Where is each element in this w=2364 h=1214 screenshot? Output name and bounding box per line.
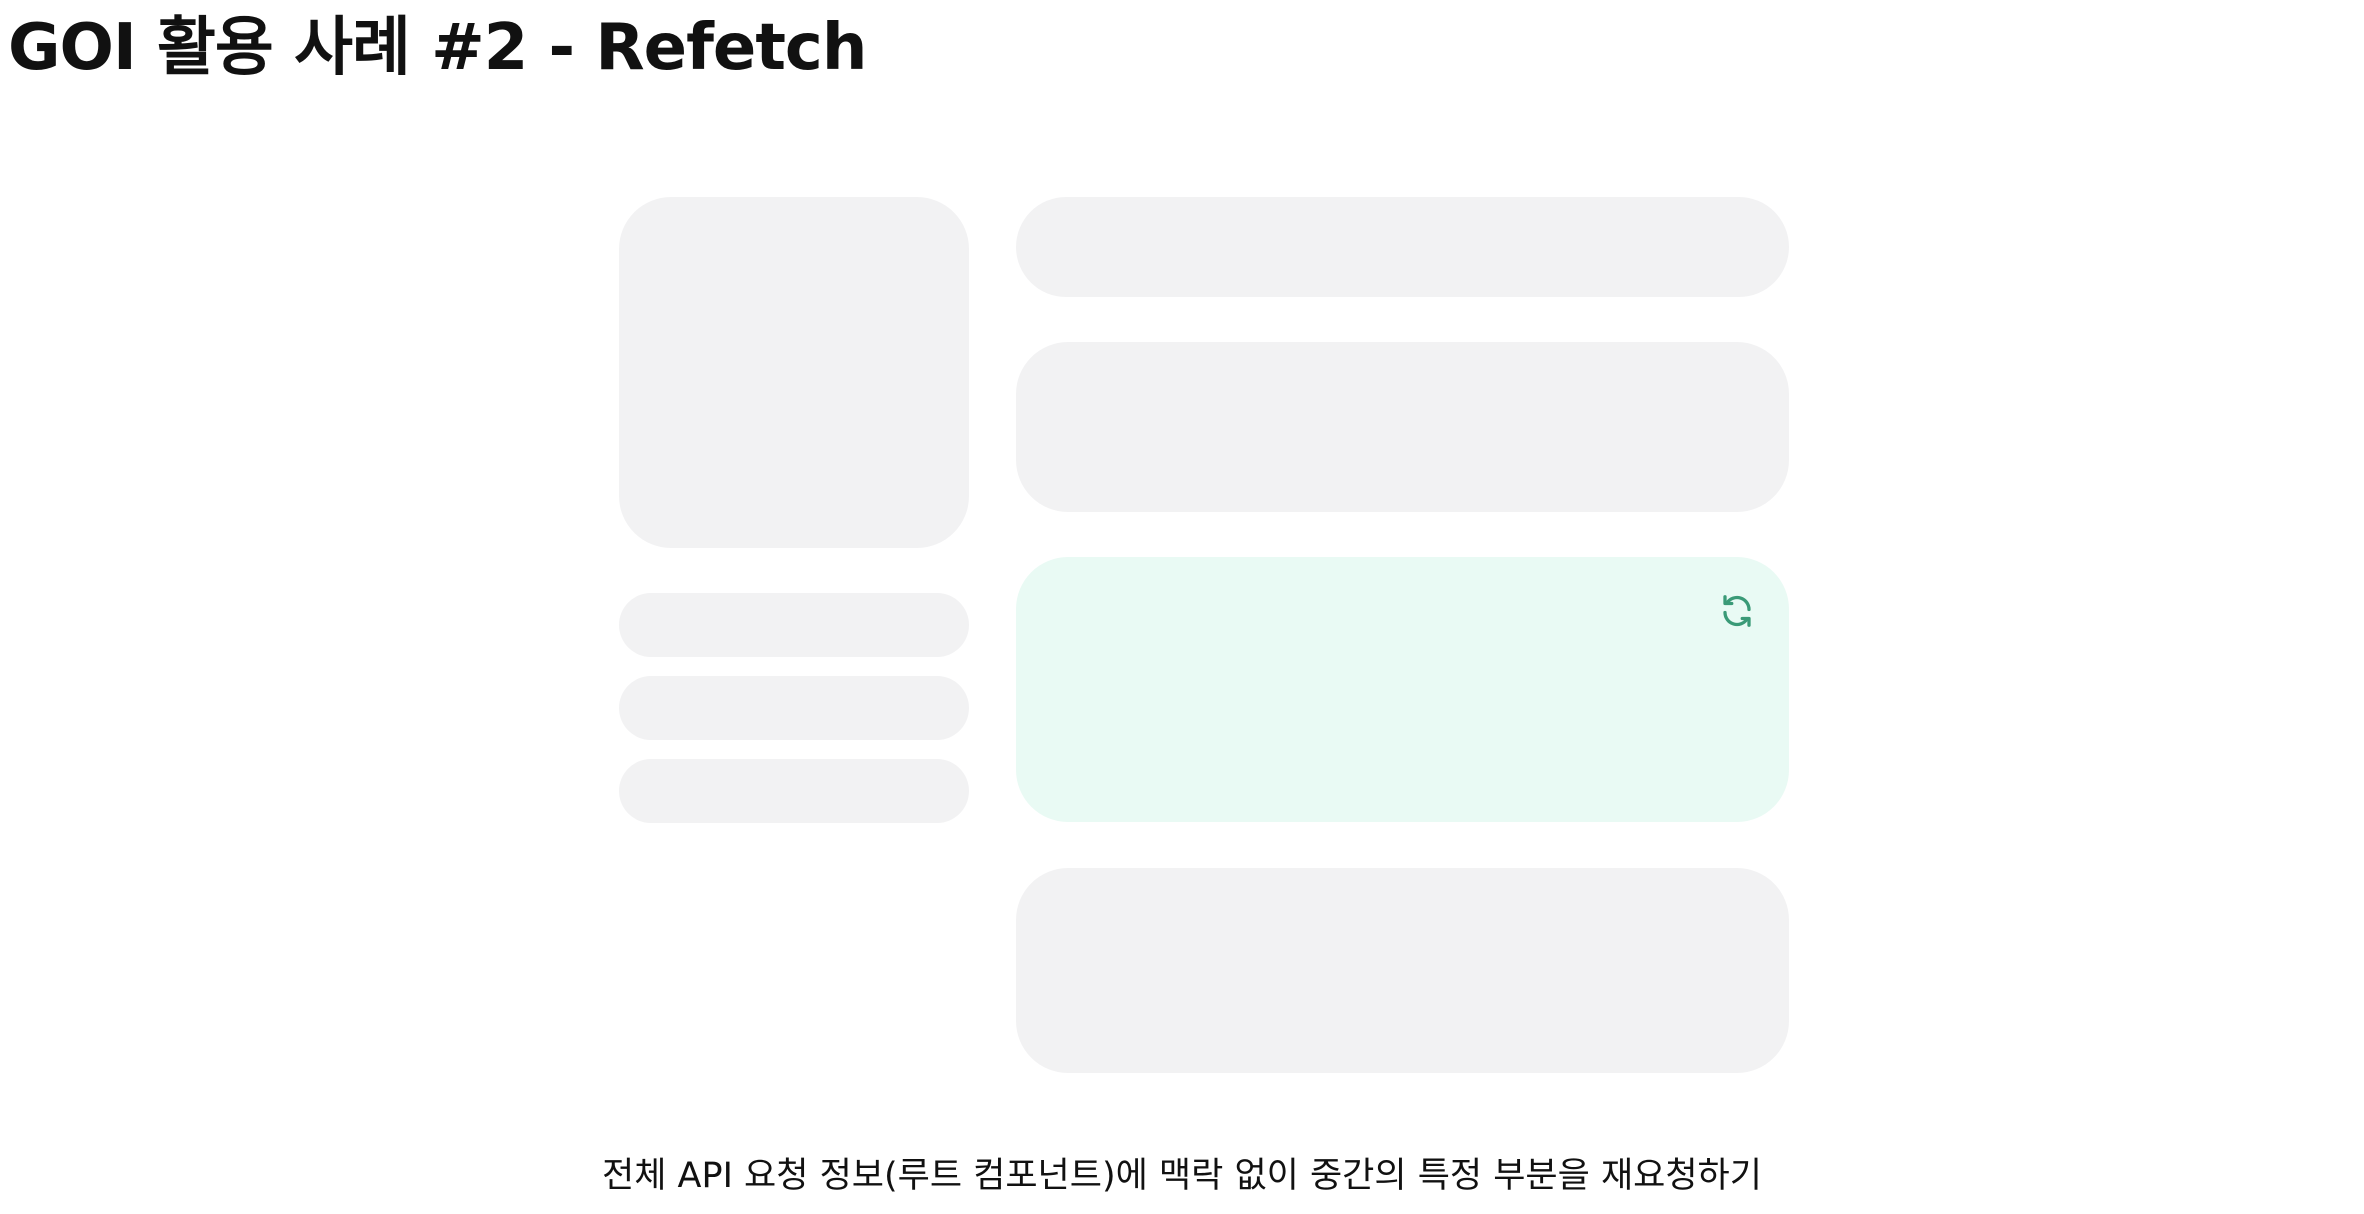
diagram-caption: 전체 API 요청 정보(루트 컴포넌트)에 맥락 없이 중간의 특정 부분을 … bbox=[602, 1156, 1762, 1196]
refetch-target-block[interactable] bbox=[1016, 557, 1789, 822]
right-header-block bbox=[1016, 197, 1789, 297]
left-image-block bbox=[619, 197, 969, 548]
left-list-item bbox=[619, 676, 969, 740]
left-list-item bbox=[619, 593, 969, 657]
left-list-item bbox=[619, 759, 969, 823]
refetch-diagram bbox=[0, 0, 2364, 1214]
right-content-block bbox=[1016, 342, 1789, 512]
refresh-icon[interactable] bbox=[1719, 593, 1755, 629]
right-footer-block bbox=[1016, 868, 1789, 1073]
